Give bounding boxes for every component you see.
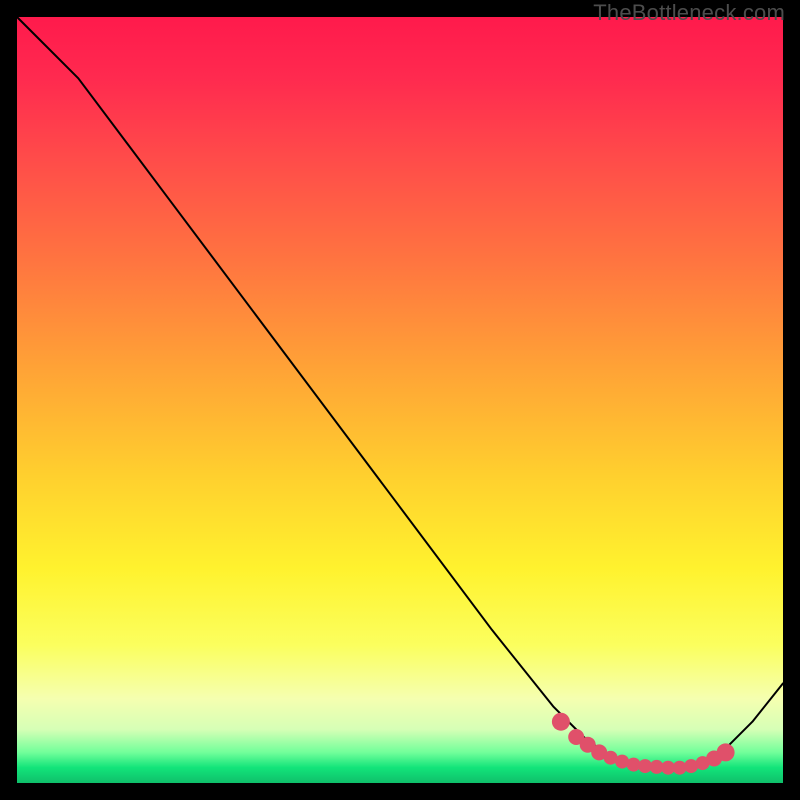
chart-frame: TheBottleneck.com	[0, 0, 800, 800]
watermark-text: TheBottleneck.com	[593, 0, 785, 26]
chart-svg	[17, 17, 783, 783]
main-curve-path	[17, 17, 783, 768]
marker-dot	[552, 713, 570, 731]
marker-dot	[717, 743, 735, 761]
marker-cluster	[552, 713, 735, 775]
